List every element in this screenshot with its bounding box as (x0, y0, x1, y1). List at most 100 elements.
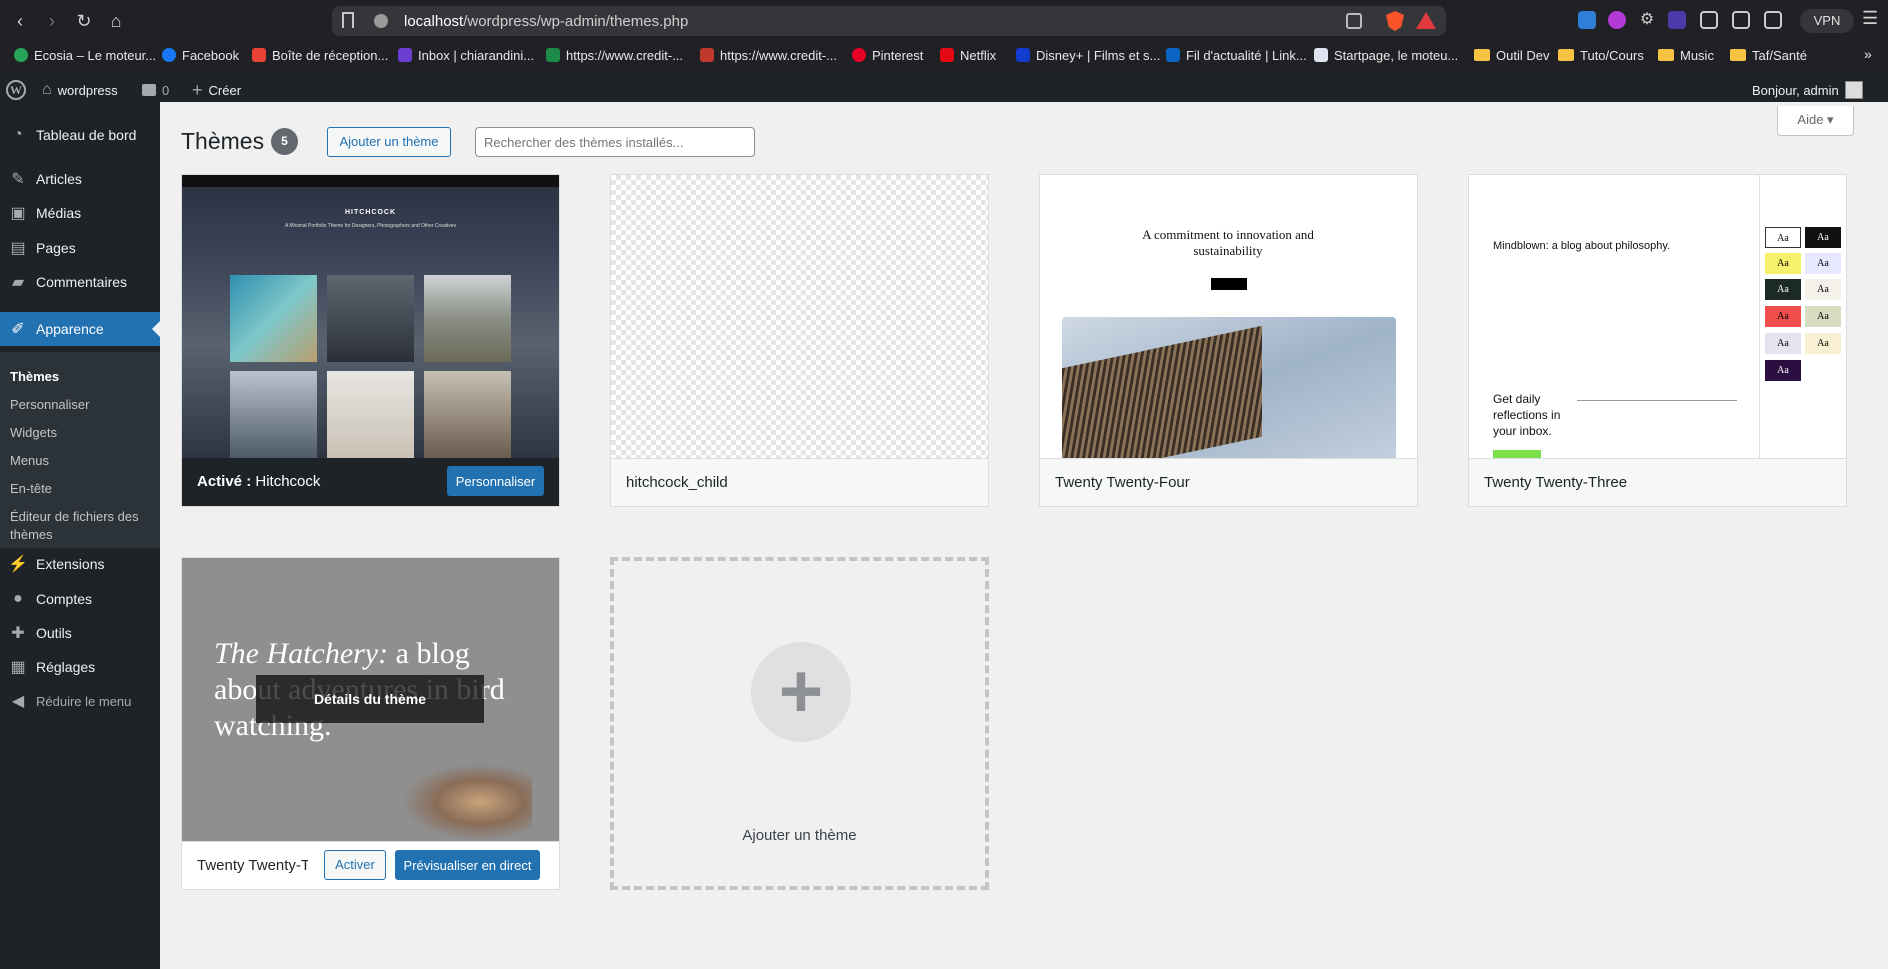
bookmark-folder[interactable]: Taf/Santé (1730, 46, 1807, 64)
pinterest-icon (852, 48, 866, 62)
bookmarks-bar: Ecosia – Le moteur... Facebook Boîte de … (0, 42, 1888, 68)
bookmark-item[interactable]: Ecosia – Le moteur... (14, 46, 156, 64)
theme-card-hitchcock[interactable]: HITCHCOCK A Minimal Portfolio Theme for … (181, 174, 560, 507)
theme-screenshot (611, 175, 988, 458)
submenu-customize[interactable]: Personnaliser (10, 396, 155, 414)
disney-icon (1016, 48, 1030, 62)
add-theme-button[interactable]: Ajouter un thème (327, 127, 451, 157)
bookmark-folder[interactable]: Music (1658, 46, 1714, 64)
bookmark-item[interactable]: Netflix (940, 46, 996, 64)
puzzle-icon[interactable] (1700, 11, 1718, 29)
submenu-theme-file-editor[interactable]: Éditeur de fichiers des thèmes (10, 508, 155, 544)
add-new-theme-label: Ajouter un thème (742, 827, 857, 844)
linkedin-icon (1166, 48, 1180, 62)
bookmark-item[interactable]: https://www.credit-... (700, 46, 837, 64)
wrench-icon: ✚ (11, 625, 25, 642)
ecosia-icon (14, 48, 28, 62)
bookmark-item[interactable]: Disney+ | Films et s... (1016, 46, 1160, 64)
vpn-button[interactable]: VPN (1800, 9, 1854, 33)
plus-icon: + (192, 79, 203, 100)
reload-icon[interactable]: ↻ (72, 9, 96, 33)
back-icon[interactable]: ‹ (8, 9, 32, 33)
theme-card-hitchcock-child[interactable]: hitchcock_child (610, 174, 989, 507)
bookmark-item[interactable]: Startpage, le moteu... (1314, 46, 1458, 64)
home-icon[interactable]: ⌂ (104, 9, 128, 33)
proton-mail-icon (398, 48, 412, 62)
forward-icon[interactable]: › (40, 9, 64, 33)
comments-link[interactable]: 0 (142, 78, 169, 102)
media-icon: ▣ (10, 205, 26, 222)
settings-gear-icon[interactable]: ⚙ (1638, 11, 1656, 29)
dashboard-icon: ◔ (13, 126, 23, 143)
search-themes-input[interactable] (475, 127, 755, 157)
account-menu[interactable]: Bonjour, admin (1752, 78, 1863, 102)
brave-shields-icon[interactable] (1386, 11, 1404, 31)
avatar (1844, 81, 1863, 99)
admin-sidebar: ◔ Tableau de bord ✎ Articles ▣ Médias ▤ Page… (0, 102, 160, 969)
bookmark-item[interactable]: Inbox | chiarandini... (398, 46, 534, 64)
plugin-icon: ⚡ (8, 556, 28, 573)
theme-details-button[interactable]: Détails du thème (256, 675, 484, 723)
folder-icon (1730, 49, 1746, 61)
add-new-theme-card[interactable]: + Ajouter un thème (610, 557, 989, 890)
browser-toolbar: ‹ › ↻ ⌂ localhost/wordpress/wp-admin/the… (0, 0, 1888, 42)
brave-rewards-icon[interactable] (1416, 12, 1436, 29)
folder-icon (1474, 49, 1490, 61)
bookmark-item[interactable]: Fil d'actualité | Link... (1166, 46, 1307, 64)
sidebar-item-dashboard[interactable]: ◔ Tableau de bord (0, 118, 160, 152)
extension-icon[interactable] (1668, 11, 1686, 29)
new-content-link[interactable]: + Créer (192, 78, 241, 102)
sidebar-item-media[interactable]: ▣ Médias (0, 196, 160, 230)
bookmark-folder[interactable]: Tuto/Cours (1558, 46, 1644, 64)
bookmark-item[interactable]: Boîte de réception... (252, 46, 388, 64)
live-preview-button[interactable]: Prévisualiser en direct (395, 850, 540, 880)
startpage-icon (1314, 48, 1328, 62)
appearance-submenu: Thèmes Personnaliser Widgets Menus En-tê… (0, 352, 160, 548)
submenu-widgets[interactable]: Widgets (10, 424, 155, 442)
sidebar-item-pages[interactable]: ▤ Pages (0, 231, 160, 265)
site-name-link[interactable]: ⌂ wordpress (42, 78, 118, 102)
submenu-menus[interactable]: Menus (10, 452, 155, 470)
bookmark-item[interactable]: Facebook (162, 46, 239, 64)
sidebar-item-settings[interactable]: ▦ Réglages (0, 650, 160, 684)
bookmark-item[interactable]: Pinterest (852, 46, 923, 64)
site-info-icon[interactable] (374, 14, 388, 28)
share-icon[interactable] (1346, 13, 1362, 29)
submenu-header[interactable]: En-tête (10, 480, 155, 498)
theme-card-twenty-twenty-two[interactable]: The Hatchery: a blog about adventures in… (181, 557, 560, 890)
theme-card-twenty-twenty-four[interactable]: A commitment to innovation and sustainab… (1039, 174, 1418, 507)
sidebar-item-users[interactable]: ● Comptes (0, 582, 160, 616)
more-bookmarks-icon[interactable]: » (1864, 46, 1872, 62)
page-title: Thèmes (181, 128, 265, 154)
sidebar-collapse[interactable]: ◀ Réduire le menu (0, 684, 160, 718)
bookmark-item[interactable]: https://www.credit-... (546, 46, 683, 64)
submenu-themes[interactable]: Thèmes (10, 368, 155, 386)
gmail-icon (252, 48, 266, 62)
address-bar[interactable]: localhost/wordpress/wp-admin/themes.php (332, 6, 1446, 36)
pin-icon: ✎ (11, 171, 25, 188)
home-icon: ⌂ (42, 81, 52, 98)
sidebar-item-tools[interactable]: ✚ Outils (0, 616, 160, 650)
extension-icon[interactable] (1578, 11, 1596, 29)
url-text[interactable]: localhost/wordpress/wp-admin/themes.php (404, 13, 688, 30)
wordpress-logo-icon[interactable]: W (6, 78, 26, 102)
sidebar-item-articles[interactable]: ✎ Articles (0, 162, 160, 196)
wallet-icon[interactable] (1764, 11, 1782, 29)
wp-admin-bar: W ⌂ wordpress 0 + Créer Bonjour, admin (0, 78, 1888, 102)
bookmark-icon[interactable] (342, 12, 354, 28)
sidebar-icon[interactable] (1732, 11, 1750, 29)
settings-icon: ▦ (10, 659, 26, 676)
extension-icon[interactable] (1608, 11, 1626, 29)
sidebar-item-plugins[interactable]: ⚡ Extensions (0, 547, 160, 581)
activate-button[interactable]: Activer (324, 850, 386, 880)
folder-icon (1658, 49, 1674, 61)
theme-name: Activé : Hitchcock (197, 473, 321, 490)
pages-icon: ▤ (10, 240, 26, 257)
bookmark-folder[interactable]: Outil Dev (1474, 46, 1549, 64)
theme-card-twenty-twenty-three[interactable]: Mindblown: a blog about philosophy. Get … (1468, 174, 1847, 507)
customize-button[interactable]: Personnaliser (447, 466, 544, 496)
sidebar-item-appearance[interactable]: ✐ Apparence (0, 312, 160, 346)
help-tab-button[interactable]: Aide ▾ (1777, 106, 1854, 136)
menu-icon[interactable]: ☰ (1862, 8, 1878, 29)
sidebar-item-comments[interactable]: ▰ Commentaires (0, 265, 160, 299)
